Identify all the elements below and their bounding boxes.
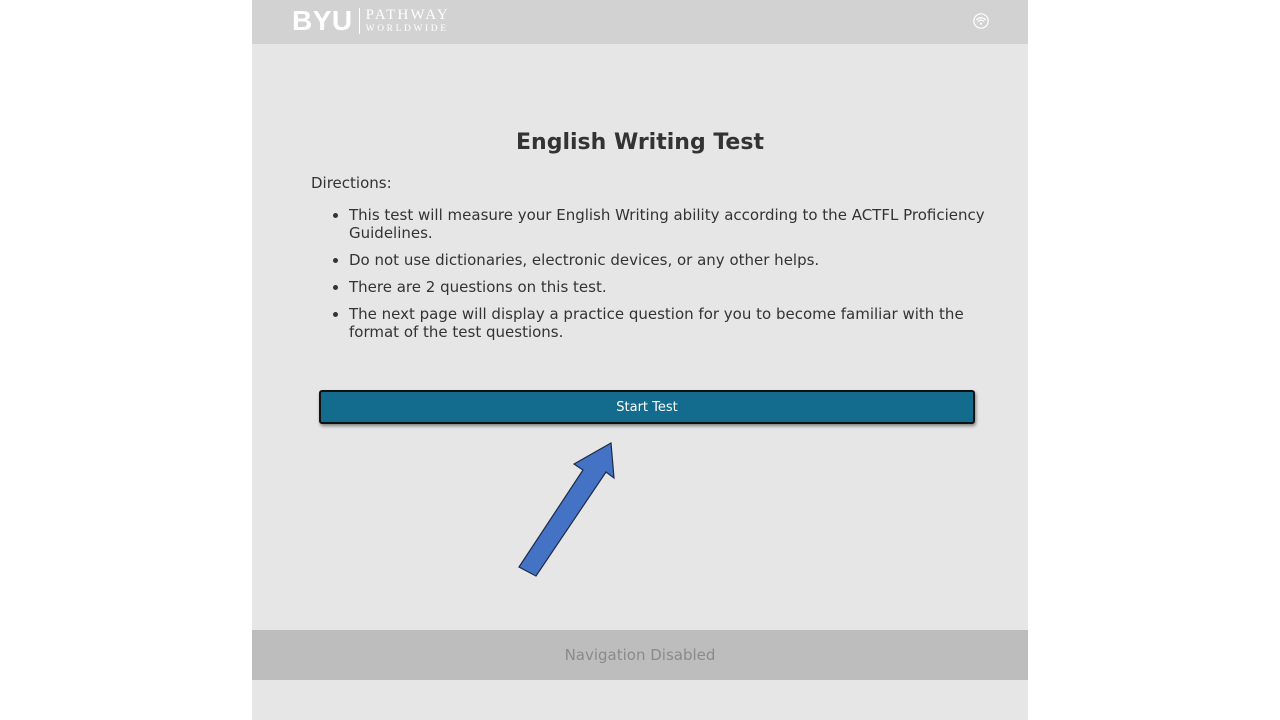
logo-secondary: PATHWAY WORLDWIDE [365, 6, 450, 35]
list-item: This test will measure your English Writ… [349, 206, 989, 242]
start-test-button[interactable]: Start Test [319, 390, 975, 424]
arrow-up-right-icon [518, 442, 615, 577]
header-bar: BYU PATHWAY WORLDWIDE [252, 0, 1028, 44]
list-item: There are 2 questions on this test. [349, 278, 989, 296]
list-item: Do not use dictionaries, electronic devi… [349, 251, 989, 269]
byu-pathway-logo: BYU PATHWAY WORLDWIDE [292, 6, 450, 36]
app-window: BYU PATHWAY WORLDWIDE English Writing Te… [252, 0, 1028, 720]
logo-divider [358, 8, 360, 34]
directions-label: Directions: [311, 174, 392, 192]
logo-line-worldwide: WORLDWIDE [365, 23, 449, 34]
directions-list: This test will measure your English Writ… [330, 206, 989, 350]
logo-primary-text: BYU [292, 5, 353, 36]
start-test-label: Start Test [616, 399, 678, 415]
wifi-icon [973, 13, 989, 29]
page-title: English Writing Test [516, 130, 764, 155]
navigation-status-text: Navigation Disabled [564, 646, 716, 664]
logo-line-pathway: PATHWAY [365, 6, 450, 23]
list-item: The next page will display a practice qu… [349, 305, 989, 341]
navigation-footer: Navigation Disabled [252, 630, 1028, 680]
